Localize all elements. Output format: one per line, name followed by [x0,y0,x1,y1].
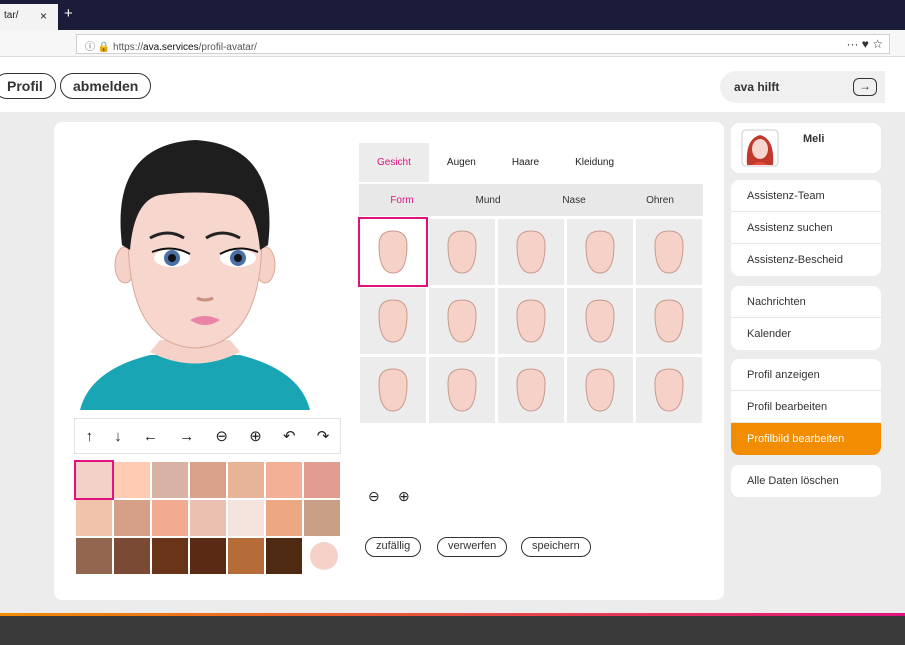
arrow-right-icon[interactable]: → [853,78,877,96]
sidebar-group-delete: Alle Daten löschen [731,465,881,497]
move-left-icon[interactable]: ← [143,428,158,445]
color-swatch[interactable] [152,500,188,536]
zoom-in-icon[interactable]: ⊕ [398,488,410,505]
subtab-mund[interactable]: Mund [445,184,531,216]
url-prefix: https:// [113,42,144,53]
url-domain: ava.services [143,42,199,53]
user-card[interactable]: Meli [731,123,881,173]
url-bar: ⓘ 🔒 https://ava.services/profil-avatar/ … [0,30,905,57]
color-swatch[interactable] [228,500,264,536]
color-swatch[interactable] [310,542,338,570]
tab-title: tar/ [4,10,19,21]
move-down-icon[interactable]: ↓ [114,428,122,445]
face-shape-option[interactable] [636,357,702,423]
color-swatch[interactable] [266,462,302,498]
color-swatch[interactable] [228,462,264,498]
user-name: Meli [803,133,825,145]
face-shape-option[interactable] [429,357,495,423]
sidebar-item-assistenz-bescheid[interactable]: Assistenz-Bescheid [731,244,881,276]
help-label: ava hilft [734,80,780,94]
sidebar-item-assistenz-suchen[interactable]: Assistenz suchen [731,212,881,244]
face-shape-option[interactable] [498,219,564,285]
discard-button[interactable]: verwerfen [437,537,508,557]
color-swatch[interactable] [190,500,226,536]
lock-icon: 🔒 [97,42,111,53]
color-swatch[interactable] [76,538,112,574]
color-swatch[interactable] [304,500,340,536]
color-swatch[interactable] [152,538,188,574]
face-shape-option[interactable] [498,288,564,354]
browser-tabbar: tar/ × + [0,0,905,30]
tab-haare[interactable]: Haare [494,143,557,182]
url-path: /profil-avatar/ [198,42,257,53]
address-field[interactable]: ⓘ 🔒 https://ava.services/profil-avatar/ … [76,34,890,54]
face-shape-option[interactable] [360,357,426,423]
rotate-right-icon[interactable]: ↷ [317,427,330,445]
color-swatch[interactable] [228,538,264,574]
move-right-icon[interactable]: → [179,428,194,445]
face-shape-option[interactable] [636,219,702,285]
abmelden-button[interactable]: abmelden [60,73,152,99]
category-tabs: Gesicht Augen Haare Kleidung [359,143,632,182]
new-tab-icon[interactable]: + [64,5,73,22]
sidebar-item-kalender[interactable]: Kalender [731,318,881,350]
subtab-form[interactable]: Form [359,184,445,216]
face-shape-option[interactable] [360,288,426,354]
random-button[interactable]: zufällig [365,537,422,557]
tab-kleidung[interactable]: Kleidung [557,143,632,182]
save-button[interactable]: speichern [521,537,591,557]
page-actions-icon[interactable]: ··· ♥ ☆ [846,37,883,51]
zoom-in-icon[interactable]: ⊕ [249,427,262,445]
profil-button[interactable]: Profil [0,73,56,99]
color-swatch[interactable] [76,500,112,536]
close-tab-icon[interactable]: × [40,9,47,23]
color-swatch[interactable] [74,460,114,500]
color-swatch[interactable] [114,500,150,536]
move-up-icon[interactable]: ↑ [86,428,94,445]
tab-gesicht[interactable]: Gesicht [359,143,429,182]
sidebar-item-profilbild-bearbeiten[interactable]: Profilbild bearbeiten [731,423,881,455]
avatar-toolbar: ↑ ↓ ← → ⊖ ⊕ ↶ ↷ [74,418,341,454]
face-shape-option[interactable] [498,357,564,423]
color-swatch[interactable] [190,462,226,498]
avatar-preview [80,140,310,410]
subcategory-tabs: Form Mund Nase Ohren [359,184,703,216]
help-box[interactable]: ava hilft → [720,71,885,103]
sidebar-group-messages: Nachrichten Kalender [731,286,881,350]
color-swatch[interactable] [304,462,340,498]
face-shape-option[interactable] [358,217,428,287]
zoom-out-icon[interactable]: ⊖ [215,427,228,445]
browser-tab[interactable]: tar/ × [0,4,58,30]
subtab-ohren[interactable]: Ohren [617,184,703,216]
color-swatch[interactable] [190,538,226,574]
user-avatar [741,129,779,167]
sidebar-group-assistenz: Assistenz-Team Assistenz suchen Assisten… [731,180,881,276]
color-swatch[interactable] [266,500,302,536]
color-swatch[interactable] [152,462,188,498]
tab-augen[interactable]: Augen [429,143,494,182]
info-icon: ⓘ [85,42,95,53]
sidebar-group-profile: Profil anzeigen Profil bearbeiten Profil… [731,359,881,455]
face-shape-option[interactable] [567,288,633,354]
zoom-out-icon[interactable]: ⊖ [368,488,380,505]
color-swatch[interactable] [266,538,302,574]
sidebar-item-profil-bearbeiten[interactable]: Profil bearbeiten [731,391,881,423]
color-swatch[interactable] [114,462,150,498]
sidebar-item-assistenz-team[interactable]: Assistenz-Team [731,180,881,212]
color-swatch[interactable] [114,538,150,574]
face-shape-option[interactable] [567,357,633,423]
sidebar-item-profil-anzeigen[interactable]: Profil anzeigen [731,359,881,391]
face-shape-option[interactable] [636,288,702,354]
page-footer [0,616,905,645]
subtab-nase[interactable]: Nase [531,184,617,216]
face-shape-option[interactable] [429,219,495,285]
sidebar-item-alle-daten-loeschen[interactable]: Alle Daten löschen [731,465,881,497]
face-shape-option[interactable] [567,219,633,285]
sidebar-item-nachrichten[interactable]: Nachrichten [731,286,881,318]
rotate-left-icon[interactable]: ↶ [283,427,296,445]
face-shape-option[interactable] [429,288,495,354]
